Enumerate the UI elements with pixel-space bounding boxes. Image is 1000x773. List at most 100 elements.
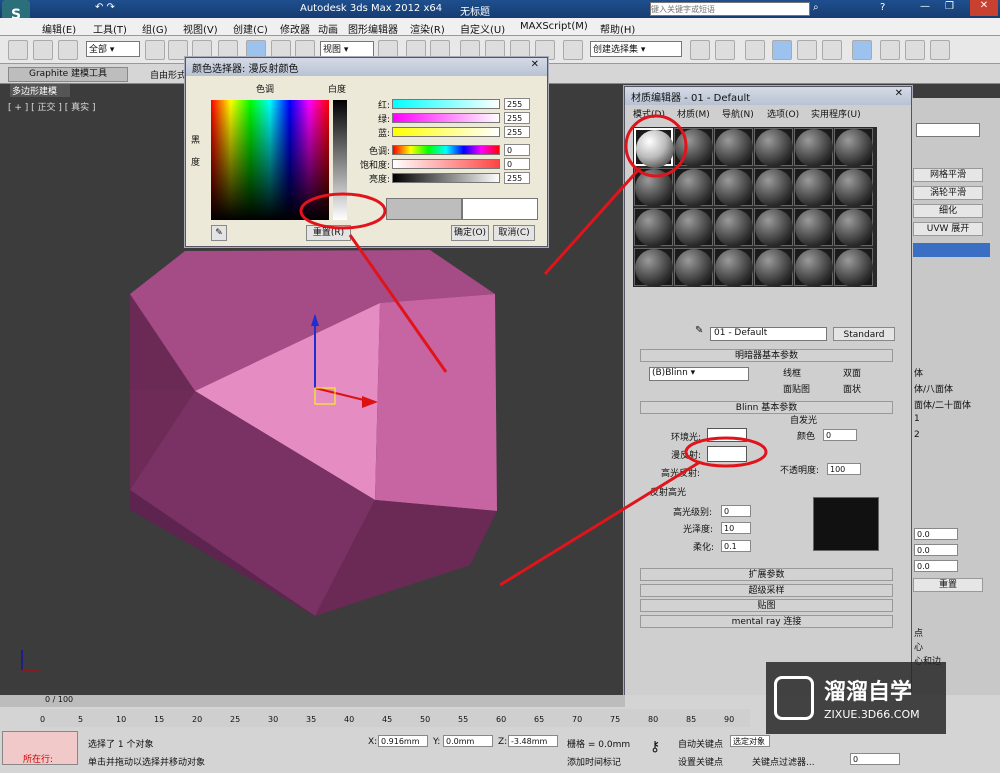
shader-select[interactable]: (B)Blinn ▾: [649, 367, 749, 381]
red-slider[interactable]: [392, 99, 500, 109]
menu-create[interactable]: 创建(C): [233, 21, 268, 36]
y-coordinate[interactable]: 0.0mm: [443, 735, 493, 747]
menu-help[interactable]: 帮助(H): [600, 21, 635, 36]
key-filters-button[interactable]: 关键点过滤器...: [752, 755, 815, 768]
modifier-button[interactable]: UVW 展开: [913, 222, 983, 236]
sample-slot[interactable]: [794, 168, 833, 207]
saturation-slider[interactable]: [392, 159, 500, 169]
panel-list-item[interactable]: 2: [914, 430, 920, 440]
key-icon[interactable]: ⚷: [650, 739, 660, 755]
eyedropper-icon[interactable]: ✎: [211, 225, 227, 241]
x-coordinate[interactable]: 0.916mm: [378, 735, 428, 747]
sample-slot[interactable]: [674, 128, 713, 167]
modifier-button[interactable]: 网格平滑: [913, 168, 983, 182]
sample-slot[interactable]: [714, 208, 753, 247]
mtl-pick-icon[interactable]: ✎: [695, 325, 703, 336]
menu-maxscript[interactable]: MAXScript(M): [520, 21, 588, 32]
sample-slot[interactable]: [714, 128, 753, 167]
panel-list-item[interactable]: 面体/二十面体: [914, 398, 971, 411]
set-key-label[interactable]: 设置关键点: [678, 755, 723, 768]
time-slider[interactable]: 0 / 100: [0, 695, 625, 707]
mtl-menu-mode[interactable]: 模式(D): [633, 107, 665, 120]
panel-value-spinner[interactable]: 0.0: [914, 544, 958, 556]
material-editor-window[interactable]: 材质编辑器 - 01 - Default ✕ 模式(D) 材质(M) 导航(N)…: [624, 86, 912, 698]
rollout-blinn-basic[interactable]: Blinn 基本参数: [640, 401, 893, 414]
sample-slot[interactable]: [634, 208, 673, 247]
check-wire[interactable]: 线框: [783, 366, 801, 379]
panel-list-item[interactable]: 体/八面体: [914, 382, 953, 395]
blue-slider[interactable]: [392, 127, 500, 137]
rollout-maps[interactable]: 贴图: [640, 599, 893, 612]
panel-value-spinner[interactable]: 0.0: [914, 528, 958, 540]
search-icon[interactable]: ⌕: [813, 2, 819, 13]
mirror-icon[interactable]: [690, 40, 710, 60]
tab-graphite[interactable]: Graphite 建模工具: [8, 67, 128, 82]
sample-slot[interactable]: [834, 208, 873, 247]
sample-slot[interactable]: [634, 248, 673, 287]
reference-coord-select[interactable]: 视图 ▾: [320, 41, 374, 57]
value-slider[interactable]: [392, 173, 500, 183]
sample-slot[interactable]: [834, 248, 873, 287]
sample-slot[interactable]: [754, 208, 793, 247]
modifier-button[interactable]: 细化: [913, 204, 983, 218]
sample-slot[interactable]: [714, 248, 753, 287]
curve-editor-icon[interactable]: [797, 40, 817, 60]
rendered-frame-icon[interactable]: [905, 40, 925, 60]
link-icon[interactable]: [8, 40, 28, 60]
hue-saturation-field[interactable]: [211, 100, 329, 220]
sample-slot[interactable]: [754, 248, 793, 287]
render-production-icon[interactable]: [930, 40, 950, 60]
glossiness-spinner[interactable]: 10: [721, 522, 751, 534]
sample-slot[interactable]: [754, 128, 793, 167]
modifier-list-field[interactable]: [916, 123, 980, 137]
rollout-extended[interactable]: 扩展参数: [640, 568, 893, 581]
sample-slot[interactable]: [794, 128, 833, 167]
sample-slot[interactable]: [754, 168, 793, 207]
red-spinner[interactable]: 255: [504, 98, 530, 110]
panel-value-spinner[interactable]: 0.0: [914, 560, 958, 572]
color-cancel-button[interactable]: 取消(C): [493, 225, 535, 241]
material-editor-icon[interactable]: [852, 40, 872, 60]
material-name-field[interactable]: 01 - Default: [710, 327, 827, 341]
color-reset-button[interactable]: 重置(R): [306, 225, 351, 241]
add-time-tag[interactable]: 添加时间标记: [567, 755, 621, 768]
sample-slot[interactable]: [834, 168, 873, 207]
panel-option[interactable]: 心: [914, 640, 923, 653]
selection-filter[interactable]: 全部 ▾: [86, 41, 140, 57]
quick-undo-icon[interactable]: ↶ ↷: [95, 2, 115, 13]
mtl-menu-navigation[interactable]: 导航(N): [722, 107, 754, 120]
self-illum-spinner[interactable]: 0: [823, 429, 857, 441]
tab-freeform[interactable]: 自由形式: [150, 68, 186, 81]
modifier-stack-highlight[interactable]: [913, 243, 990, 257]
rollout-shader-basic[interactable]: 明暗器基本参数: [640, 349, 893, 362]
render-setup-icon[interactable]: [880, 40, 900, 60]
restore-icon[interactable]: ❐: [945, 1, 954, 12]
graphite-toggle-icon[interactable]: [772, 40, 792, 60]
selected-objects-dropdown[interactable]: 选定对象: [730, 735, 770, 747]
help-icon[interactable]: ?: [880, 2, 885, 13]
z-coordinate[interactable]: -3.48mm: [508, 735, 558, 747]
value-spinner[interactable]: 255: [504, 172, 530, 184]
color-picker-titlebar[interactable]: 颜色选择器: 漫反射颜色 ✕: [186, 58, 547, 76]
green-slider[interactable]: [392, 113, 500, 123]
search-input[interactable]: [650, 2, 810, 16]
spec-level-spinner[interactable]: 0: [721, 505, 751, 517]
mtl-menu-utilities[interactable]: 实用程序(U): [811, 107, 861, 120]
diffuse-swatch[interactable]: [707, 446, 747, 462]
menu-graph-editors[interactable]: 图形编辑器: [348, 21, 398, 36]
menu-customize[interactable]: 自定义(U): [460, 21, 505, 36]
menu-view[interactable]: 视图(V): [183, 21, 218, 36]
rollout-mental-ray[interactable]: mental ray 连接: [640, 615, 893, 628]
named-selection-set[interactable]: 创建选择集 ▾: [590, 41, 682, 57]
check-faceted[interactable]: 面状: [843, 382, 861, 395]
rollout-supersampling[interactable]: 超级采样: [640, 584, 893, 597]
color-picker-close-icon[interactable]: ✕: [531, 59, 539, 70]
mtl-close-icon[interactable]: ✕: [895, 88, 903, 99]
layer-manager-icon[interactable]: [745, 40, 765, 60]
color-picker-dialog[interactable]: 颜色选择器: 漫反射颜色 ✕ 色调 白度 黑 度 ✎ 重置(R) 红: 255 绿:…: [185, 57, 548, 247]
panel-option[interactable]: 点: [914, 626, 923, 639]
sample-slot[interactable]: [794, 248, 833, 287]
mtl-menu-material[interactable]: 材质(M): [677, 107, 710, 120]
bind-space-warp-icon[interactable]: [58, 40, 78, 60]
menu-group[interactable]: 组(G): [142, 21, 168, 36]
